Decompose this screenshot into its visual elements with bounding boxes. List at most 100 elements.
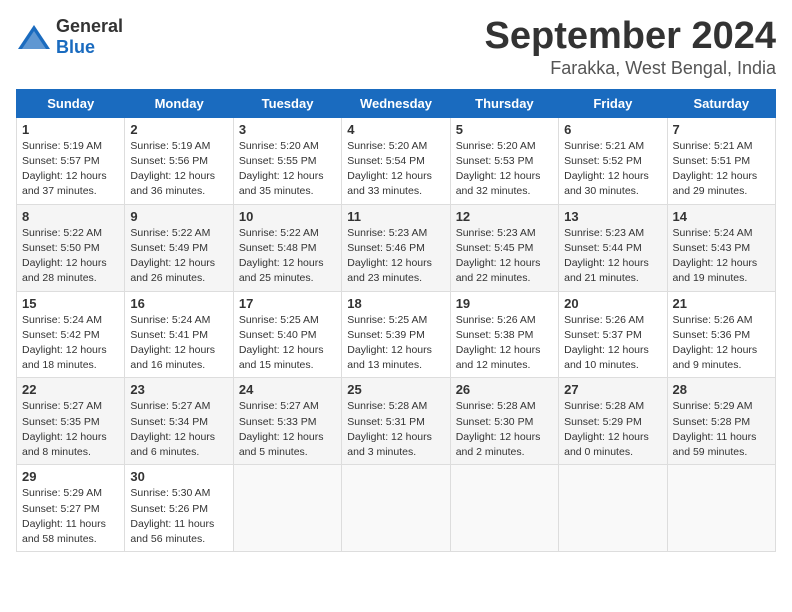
calendar-cell: 19 Sunrise: 5:26 AM Sunset: 5:38 PM Dayl…: [450, 291, 558, 378]
day-number: 13: [564, 209, 661, 224]
day-info: Sunrise: 5:27 AM Sunset: 5:34 PM Dayligh…: [130, 399, 227, 460]
day-info: Sunrise: 5:28 AM Sunset: 5:29 PM Dayligh…: [564, 399, 661, 460]
day-info: Sunrise: 5:19 AM Sunset: 5:56 PM Dayligh…: [130, 139, 227, 200]
calendar-cell: [342, 465, 450, 552]
day-info: Sunrise: 5:23 AM Sunset: 5:44 PM Dayligh…: [564, 226, 661, 287]
day-number: 11: [347, 209, 444, 224]
day-number: 14: [673, 209, 770, 224]
day-info: Sunrise: 5:26 AM Sunset: 5:36 PM Dayligh…: [673, 313, 770, 374]
calendar-week-3: 15 Sunrise: 5:24 AM Sunset: 5:42 PM Dayl…: [17, 291, 776, 378]
calendar-cell: [559, 465, 667, 552]
day-number: 10: [239, 209, 336, 224]
day-info: Sunrise: 5:27 AM Sunset: 5:33 PM Dayligh…: [239, 399, 336, 460]
calendar-cell: 4 Sunrise: 5:20 AM Sunset: 5:54 PM Dayli…: [342, 117, 450, 204]
day-info: Sunrise: 5:27 AM Sunset: 5:35 PM Dayligh…: [22, 399, 119, 460]
calendar-header-tuesday: Tuesday: [233, 89, 341, 117]
day-number: 28: [673, 382, 770, 397]
day-number: 7: [673, 122, 770, 137]
calendar-cell: 5 Sunrise: 5:20 AM Sunset: 5:53 PM Dayli…: [450, 117, 558, 204]
day-info: Sunrise: 5:26 AM Sunset: 5:38 PM Dayligh…: [456, 313, 553, 374]
day-number: 3: [239, 122, 336, 137]
header: General Blue September 2024 Farakka, Wes…: [16, 16, 776, 79]
day-number: 25: [347, 382, 444, 397]
day-number: 24: [239, 382, 336, 397]
day-info: Sunrise: 5:29 AM Sunset: 5:27 PM Dayligh…: [22, 486, 119, 547]
calendar-cell: [233, 465, 341, 552]
day-number: 17: [239, 296, 336, 311]
day-number: 30: [130, 469, 227, 484]
day-number: 9: [130, 209, 227, 224]
calendar-cell: 2 Sunrise: 5:19 AM Sunset: 5:56 PM Dayli…: [125, 117, 233, 204]
title-area: September 2024 Farakka, West Bengal, Ind…: [485, 16, 777, 79]
calendar-cell: 27 Sunrise: 5:28 AM Sunset: 5:29 PM Dayl…: [559, 378, 667, 465]
day-info: Sunrise: 5:22 AM Sunset: 5:50 PM Dayligh…: [22, 226, 119, 287]
day-number: 18: [347, 296, 444, 311]
day-info: Sunrise: 5:23 AM Sunset: 5:45 PM Dayligh…: [456, 226, 553, 287]
calendar-header-row: SundayMondayTuesdayWednesdayThursdayFrid…: [17, 89, 776, 117]
calendar-cell: 20 Sunrise: 5:26 AM Sunset: 5:37 PM Dayl…: [559, 291, 667, 378]
day-number: 29: [22, 469, 119, 484]
calendar-cell: 26 Sunrise: 5:28 AM Sunset: 5:30 PM Dayl…: [450, 378, 558, 465]
calendar-header-wednesday: Wednesday: [342, 89, 450, 117]
day-number: 22: [22, 382, 119, 397]
day-info: Sunrise: 5:25 AM Sunset: 5:39 PM Dayligh…: [347, 313, 444, 374]
day-info: Sunrise: 5:21 AM Sunset: 5:52 PM Dayligh…: [564, 139, 661, 200]
calendar-cell: 11 Sunrise: 5:23 AM Sunset: 5:46 PM Dayl…: [342, 204, 450, 291]
calendar-cell: 16 Sunrise: 5:24 AM Sunset: 5:41 PM Dayl…: [125, 291, 233, 378]
day-info: Sunrise: 5:29 AM Sunset: 5:28 PM Dayligh…: [673, 399, 770, 460]
calendar-week-5: 29 Sunrise: 5:29 AM Sunset: 5:27 PM Dayl…: [17, 465, 776, 552]
calendar-header-friday: Friday: [559, 89, 667, 117]
calendar-header-saturday: Saturday: [667, 89, 775, 117]
calendar-cell: 10 Sunrise: 5:22 AM Sunset: 5:48 PM Dayl…: [233, 204, 341, 291]
day-info: Sunrise: 5:22 AM Sunset: 5:49 PM Dayligh…: [130, 226, 227, 287]
logo-general: General: [56, 16, 123, 36]
day-number: 12: [456, 209, 553, 224]
day-info: Sunrise: 5:24 AM Sunset: 5:42 PM Dayligh…: [22, 313, 119, 374]
calendar-cell: 9 Sunrise: 5:22 AM Sunset: 5:49 PM Dayli…: [125, 204, 233, 291]
day-number: 1: [22, 122, 119, 137]
day-info: Sunrise: 5:24 AM Sunset: 5:41 PM Dayligh…: [130, 313, 227, 374]
calendar-cell: 8 Sunrise: 5:22 AM Sunset: 5:50 PM Dayli…: [17, 204, 125, 291]
calendar-cell: [667, 465, 775, 552]
day-info: Sunrise: 5:22 AM Sunset: 5:48 PM Dayligh…: [239, 226, 336, 287]
day-info: Sunrise: 5:20 AM Sunset: 5:53 PM Dayligh…: [456, 139, 553, 200]
calendar-cell: 25 Sunrise: 5:28 AM Sunset: 5:31 PM Dayl…: [342, 378, 450, 465]
logo: General Blue: [16, 16, 123, 58]
day-info: Sunrise: 5:25 AM Sunset: 5:40 PM Dayligh…: [239, 313, 336, 374]
calendar-header-monday: Monday: [125, 89, 233, 117]
calendar-cell: [450, 465, 558, 552]
day-info: Sunrise: 5:30 AM Sunset: 5:26 PM Dayligh…: [130, 486, 227, 547]
calendar-week-4: 22 Sunrise: 5:27 AM Sunset: 5:35 PM Dayl…: [17, 378, 776, 465]
day-number: 16: [130, 296, 227, 311]
calendar-cell: 30 Sunrise: 5:30 AM Sunset: 5:26 PM Dayl…: [125, 465, 233, 552]
calendar-cell: 24 Sunrise: 5:27 AM Sunset: 5:33 PM Dayl…: [233, 378, 341, 465]
calendar-header-thursday: Thursday: [450, 89, 558, 117]
month-title: September 2024: [485, 16, 777, 58]
day-number: 6: [564, 122, 661, 137]
calendar-cell: 21 Sunrise: 5:26 AM Sunset: 5:36 PM Dayl…: [667, 291, 775, 378]
logo-icon: [16, 23, 52, 51]
calendar-cell: 14 Sunrise: 5:24 AM Sunset: 5:43 PM Dayl…: [667, 204, 775, 291]
location-title: Farakka, West Bengal, India: [485, 58, 777, 79]
logo-blue: Blue: [56, 37, 95, 57]
calendar-header-sunday: Sunday: [17, 89, 125, 117]
calendar-cell: 3 Sunrise: 5:20 AM Sunset: 5:55 PM Dayli…: [233, 117, 341, 204]
day-info: Sunrise: 5:20 AM Sunset: 5:55 PM Dayligh…: [239, 139, 336, 200]
calendar-cell: 29 Sunrise: 5:29 AM Sunset: 5:27 PM Dayl…: [17, 465, 125, 552]
day-number: 4: [347, 122, 444, 137]
day-number: 2: [130, 122, 227, 137]
day-info: Sunrise: 5:23 AM Sunset: 5:46 PM Dayligh…: [347, 226, 444, 287]
calendar-cell: 13 Sunrise: 5:23 AM Sunset: 5:44 PM Dayl…: [559, 204, 667, 291]
day-number: 8: [22, 209, 119, 224]
calendar-week-1: 1 Sunrise: 5:19 AM Sunset: 5:57 PM Dayli…: [17, 117, 776, 204]
calendar-cell: 7 Sunrise: 5:21 AM Sunset: 5:51 PM Dayli…: [667, 117, 775, 204]
day-number: 19: [456, 296, 553, 311]
calendar-cell: 6 Sunrise: 5:21 AM Sunset: 5:52 PM Dayli…: [559, 117, 667, 204]
day-info: Sunrise: 5:28 AM Sunset: 5:30 PM Dayligh…: [456, 399, 553, 460]
calendar-cell: 12 Sunrise: 5:23 AM Sunset: 5:45 PM Dayl…: [450, 204, 558, 291]
day-info: Sunrise: 5:24 AM Sunset: 5:43 PM Dayligh…: [673, 226, 770, 287]
calendar-cell: 28 Sunrise: 5:29 AM Sunset: 5:28 PM Dayl…: [667, 378, 775, 465]
day-number: 15: [22, 296, 119, 311]
calendar-cell: 1 Sunrise: 5:19 AM Sunset: 5:57 PM Dayli…: [17, 117, 125, 204]
day-number: 5: [456, 122, 553, 137]
